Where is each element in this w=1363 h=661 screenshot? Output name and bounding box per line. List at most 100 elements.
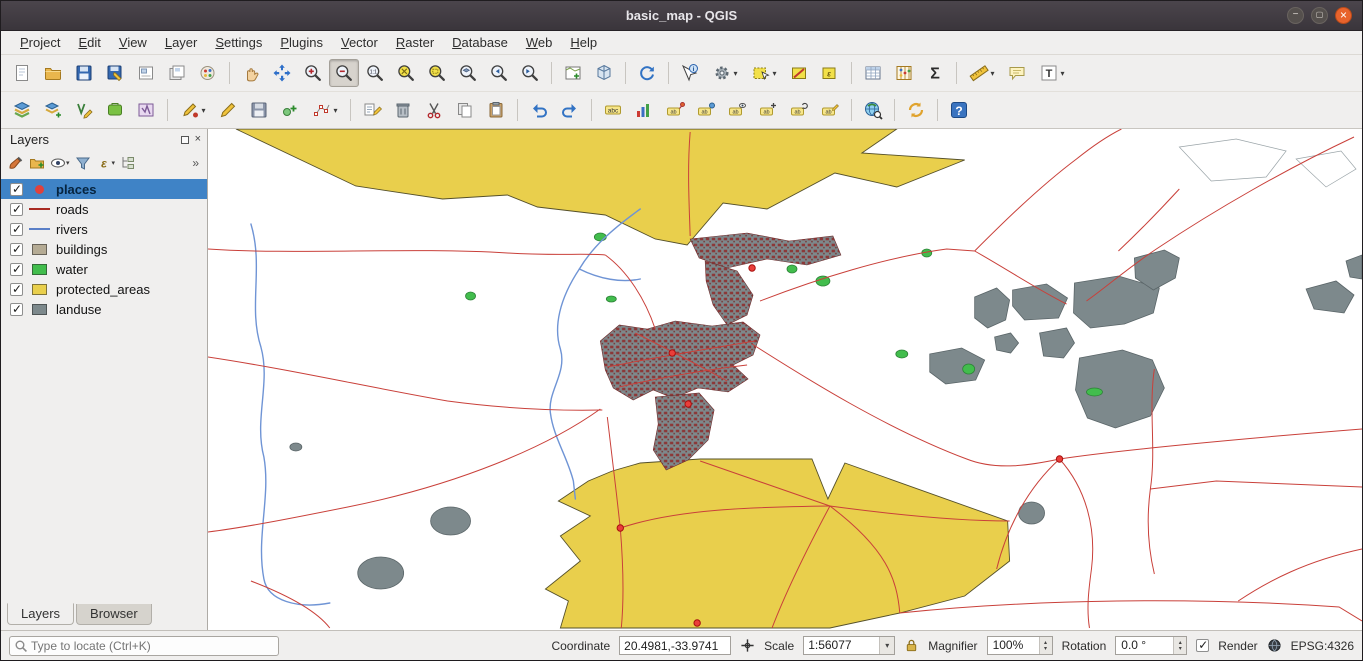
text-annotation-button[interactable]: T▾ [1033,59,1071,87]
current-edits-button[interactable]: ▾ [174,96,212,124]
chevron-down-icon[interactable]: ▾ [66,159,70,167]
new-print-layout-button[interactable] [131,59,161,87]
open-project-button[interactable] [38,59,68,87]
extent-toggle-icon[interactable] [740,638,755,653]
open-layer-styling-button[interactable] [7,154,25,172]
layer-row-places[interactable]: places [1,179,207,199]
add-group-button[interactable] [28,154,46,172]
plugin-tool-button[interactable] [901,96,931,124]
select-by-expression-button[interactable]: ε [815,59,845,87]
zoom-last-button[interactable] [484,59,514,87]
menu-view[interactable]: View [110,33,156,52]
locate-input[interactable] [31,639,274,653]
titlebar[interactable]: basic_map - QGIS [1,1,1362,31]
toggle-editing-button[interactable] [213,96,243,124]
open-attribute-table-button[interactable] [858,59,888,87]
highlight-pinned-labels-button[interactable]: ab [691,96,721,124]
help-button[interactable]: ? [944,96,974,124]
map-tips-button[interactable] [1002,59,1032,87]
maximize-button[interactable] [1311,7,1328,24]
chevron-down-icon[interactable]: ▾ [1060,69,1064,78]
add-vector-layer-button[interactable] [38,96,68,124]
save-layer-edits-button[interactable] [244,96,274,124]
expand-collapse-all-button[interactable] [119,154,137,172]
manage-map-themes-button[interactable]: ▾ [49,154,71,172]
menu-vector[interactable]: Vector [332,33,387,52]
select-features-button[interactable]: ▾ [745,59,783,87]
new-3d-map-view-button[interactable] [589,59,619,87]
filter-by-expression-button[interactable]: ε▾ [95,154,117,172]
chevron-down-icon[interactable]: ▾ [333,106,337,115]
layer-checkbox-protected_areas[interactable] [10,283,23,296]
field-calculator-button[interactable] [889,59,919,87]
menu-settings[interactable]: Settings [206,33,271,52]
magnifier-spinbox[interactable]: 100% [987,636,1053,655]
run-feature-action-button[interactable]: ▾ [706,59,744,87]
menu-layer[interactable]: Layer [156,33,207,52]
layer-diagram-button[interactable] [629,96,659,124]
rotate-label-button[interactable]: ab [784,96,814,124]
layer-checkbox-water[interactable] [10,263,23,276]
data-source-manager-button[interactable] [7,96,37,124]
new-map-view-button[interactable] [558,59,588,87]
menu-raster[interactable]: Raster [387,33,443,52]
show-layout-manager-button[interactable] [162,59,192,87]
style-manager-button[interactable] [193,59,223,87]
layer-checkbox-rivers[interactable] [10,223,23,236]
measure-button[interactable]: ▾ [963,59,1001,87]
delete-selected-button[interactable] [388,96,418,124]
zoom-next-button[interactable] [515,59,545,87]
new-virtual-layer-button[interactable] [131,96,161,124]
refresh-map-button[interactable] [632,59,662,87]
modify-attributes-button[interactable] [357,96,387,124]
new-geopackage-layer-button[interactable] [100,96,130,124]
deselect-features-button[interactable] [784,59,814,87]
panel-tab-browser[interactable]: Browser [76,604,152,625]
render-checkbox[interactable] [1196,639,1209,652]
zoom-out-button[interactable] [329,59,359,87]
menu-project[interactable]: Project [11,33,69,52]
scale-combo[interactable]: 1:56077 [803,636,895,655]
crs-label[interactable]: EPSG:4326 [1291,639,1354,653]
copy-features-button[interactable] [450,96,480,124]
save-project-button[interactable] [69,59,99,87]
pan-map-button[interactable] [236,59,266,87]
crs-globe-icon[interactable] [1267,638,1282,653]
paste-features-button[interactable] [481,96,511,124]
layer-row-landuse[interactable]: landuse [1,299,207,319]
layer-checkbox-landuse[interactable] [10,303,23,316]
rotation-spinbox[interactable]: 0.0 ° [1115,636,1187,655]
layer-row-water[interactable]: water [1,259,207,279]
redo-button[interactable] [555,96,585,124]
spin-arrows-icon[interactable] [1039,637,1052,654]
menu-help[interactable]: Help [561,33,606,52]
change-label-button[interactable]: ab [815,96,845,124]
close-button[interactable] [1335,7,1352,24]
layer-row-roads[interactable]: roads [1,199,207,219]
layer-checkbox-buildings[interactable] [10,243,23,256]
chevron-down-icon[interactable]: ▾ [733,69,737,78]
statistics-button[interactable]: Σ [920,59,950,87]
chevron-down-icon[interactable]: ▾ [772,69,776,78]
layer-checkbox-roads[interactable] [10,203,23,216]
identify-features-button[interactable]: i [675,59,705,87]
save-project-as-button[interactable] [100,59,130,87]
layer-row-buildings[interactable]: buildings [1,239,207,259]
chevron-down-icon[interactable]: ▾ [201,106,205,115]
panel-toolbar-overflow[interactable]: » [192,156,201,170]
panel-tab-layers[interactable]: Layers [7,603,74,625]
undo-button[interactable] [524,96,554,124]
chevron-down-icon[interactable] [879,637,894,654]
menu-plugins[interactable]: Plugins [271,33,332,52]
coordinate-input[interactable] [619,636,731,655]
chevron-down-icon[interactable]: ▾ [112,159,116,167]
move-label-button[interactable]: ab [753,96,783,124]
panel-close-icon[interactable] [195,134,201,145]
show-hidden-labels-button[interactable]: ab [722,96,752,124]
zoom-in-button[interactable] [298,59,328,87]
osm-place-search-button[interactable] [858,96,888,124]
lock-scale-icon[interactable] [904,638,919,653]
panel-float-icon[interactable] [181,136,189,144]
pin-labels-button[interactable]: ab [660,96,690,124]
layer-labeling-button[interactable]: abc [598,96,628,124]
